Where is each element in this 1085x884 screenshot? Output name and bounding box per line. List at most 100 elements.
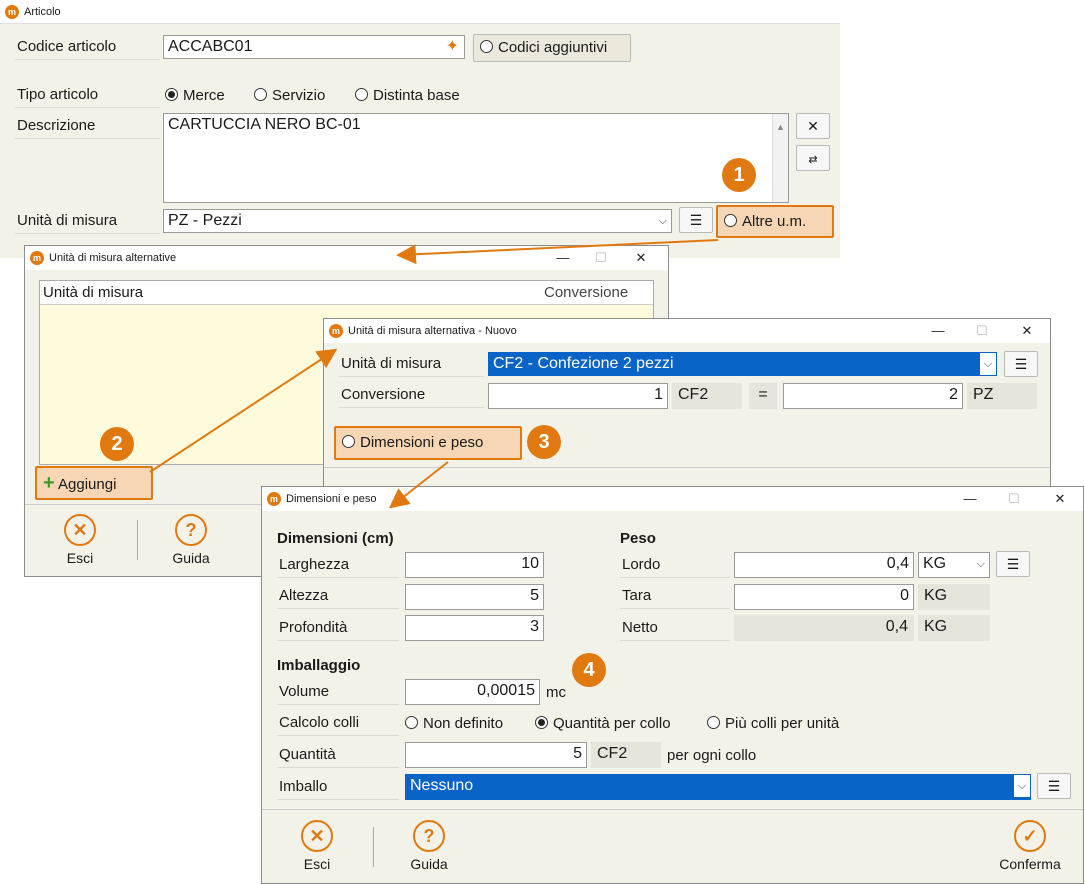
um-label: Unità di misura <box>339 353 484 377</box>
minimize-icon[interactable]: — <box>543 246 583 270</box>
footer-separator <box>373 827 374 867</box>
netto-label: Netto <box>620 617 730 641</box>
tipo-merce-radio[interactable]: Merce <box>165 86 225 106</box>
aggiungi-button[interactable]: + Aggiungi <box>35 466 153 500</box>
calcolo-piu-colli-radio[interactable]: Più colli per unità <box>707 714 839 734</box>
window-title: Dimensioni e peso <box>286 493 377 505</box>
tipo-servizio-radio[interactable]: Servizio <box>254 86 325 106</box>
tara-input[interactable]: 0 <box>734 584 914 610</box>
calcolo-piu-colli-label: Più colli per unità <box>725 715 840 732</box>
tipo-merce-label: Merce <box>183 87 225 104</box>
altre-um-label: Altre u.m. <box>742 213 807 230</box>
imballo-combobox[interactable]: Nessuno ⌵ <box>405 774 1031 800</box>
netto-unit: KG <box>918 615 990 641</box>
codice-label: Codice articolo <box>15 36 160 60</box>
app-logo-icon: m <box>267 492 281 506</box>
profondita-label: Profondità <box>277 617 399 641</box>
conv-left-unit: CF2 <box>672 383 742 409</box>
calcolo-colli-label: Calcolo colli <box>277 712 399 736</box>
maximize-icon[interactable]: ☐ <box>962 319 1002 343</box>
um-list-button[interactable]: ☰ <box>1004 351 1038 377</box>
col-um-header[interactable]: Unità di misura <box>43 284 143 301</box>
peso-header: Peso <box>620 530 656 547</box>
altezza-input[interactable]: 5 <box>405 584 544 610</box>
window-title: Unità di misura alternativa - Nuovo <box>348 325 517 337</box>
conferma-label: Conferma <box>999 856 1061 872</box>
badge-1: 1 <box>722 158 756 192</box>
translate-button[interactable]: ⇄ <box>796 145 830 171</box>
scrollbar[interactable]: ▲▼ <box>772 114 788 202</box>
lordo-input[interactable]: 0,4 <box>734 552 914 578</box>
lordo-list-button[interactable]: ☰ <box>996 551 1030 577</box>
radio-icon <box>535 716 548 729</box>
lordo-unit-value: KG <box>923 555 947 572</box>
profondita-input[interactable]: 3 <box>405 615 544 641</box>
col-conv-header[interactable]: Conversione <box>544 284 628 301</box>
conv-right-unit: PZ <box>967 383 1037 409</box>
imballo-value: Nessuno <box>410 777 474 794</box>
list-icon: ☰ <box>1006 556 1020 572</box>
radio-icon <box>480 40 493 53</box>
um-value: CF2 - Confezione 2 pezzi <box>493 355 674 372</box>
translate-icon: ⇄ <box>808 154 818 166</box>
tara-label: Tara <box>620 585 730 609</box>
minimize-icon[interactable]: — <box>950 487 990 511</box>
grid-header: Unità di misura Conversione <box>40 281 653 305</box>
dimensioni-peso-label: Dimensioni e peso <box>360 434 484 451</box>
guida-button[interactable]: ? Guida <box>389 820 469 872</box>
guida-label: Guida <box>410 856 448 872</box>
conv-right-input[interactable]: 2 <box>783 383 963 409</box>
maximize-icon[interactable]: ☐ <box>994 487 1034 511</box>
quantita-input[interactable]: 5 <box>405 742 587 768</box>
volume-label: Volume <box>277 681 399 705</box>
calcolo-non-definito-radio[interactable]: Non definito <box>405 714 503 734</box>
conv-left-input[interactable]: 1 <box>488 383 668 409</box>
conferma-button[interactable]: ✓ Conferma <box>990 820 1070 872</box>
help-icon: ? <box>175 514 207 546</box>
dim-peso-titlebar: m Dimensioni e peso — ☐ ✕ <box>262 487 1083 511</box>
chevron-down-icon: ⌵ <box>658 215 667 227</box>
esci-button[interactable]: ✕ Esci <box>277 820 357 872</box>
aggiungi-label: Aggiungi <box>58 476 117 493</box>
um-nuovo-window: m Unità di misura alternativa - Nuovo — … <box>323 318 1051 493</box>
volume-input[interactable]: 0,00015 <box>405 679 540 705</box>
codice-input[interactable]: ACCABC01 ✦ <box>163 35 465 59</box>
altre-um-button[interactable]: Altre u.m. <box>716 205 834 238</box>
chevron-down-icon: ⌵ <box>980 353 996 375</box>
list-icon: ☰ <box>1047 778 1061 794</box>
dimensioni-peso-button[interactable]: Dimensioni e peso <box>334 426 522 460</box>
calcolo-quantita-label: Quantità per collo <box>553 715 671 732</box>
um-label: Unità di misura <box>15 210 160 234</box>
close-icon[interactable]: ✕ <box>1040 487 1080 511</box>
codici-aggiuntivi-button[interactable]: Codici aggiuntivi <box>473 34 631 62</box>
descrizione-label: Descrizione <box>15 115 160 139</box>
um-combobox[interactable]: CF2 - Confezione 2 pezzi ⌵ <box>488 352 997 376</box>
altezza-label: Altezza <box>277 585 399 609</box>
netto-value: 0,4 <box>734 615 914 641</box>
lordo-label: Lordo <box>620 554 730 578</box>
imballo-list-button[interactable]: ☰ <box>1037 773 1071 799</box>
app-logo-icon: m <box>30 251 44 265</box>
esci-button[interactable]: ✕ Esci <box>40 514 120 566</box>
minimize-icon[interactable]: — <box>918 319 958 343</box>
larghezza-label: Larghezza <box>277 554 399 578</box>
guida-button[interactable]: ? Guida <box>151 514 231 566</box>
maximize-icon[interactable]: ☐ <box>581 246 621 270</box>
lordo-unit-combobox[interactable]: KG ⌵ <box>918 552 990 578</box>
quantita-label: Quantità <box>277 744 399 768</box>
radio-icon <box>342 435 355 448</box>
um-combobox[interactable]: PZ - Pezzi ⌵ <box>163 209 672 233</box>
um-list-button[interactable]: ☰ <box>679 207 713 233</box>
sparkle-icon[interactable]: ✦ <box>446 36 459 58</box>
larghezza-input[interactable]: 10 <box>405 552 544 578</box>
badge-2: 2 <box>100 427 134 461</box>
tipo-label: Tipo articolo <box>15 84 160 108</box>
descrizione-textarea[interactable]: CARTUCCIA NERO BC-01 ▲▼ <box>163 113 789 203</box>
calcolo-non-definito-label: Non definito <box>423 715 504 732</box>
articolo-window: m Articolo Codice articolo ACCABC01 ✦ Co… <box>0 0 840 258</box>
tipo-distinta-radio[interactable]: Distinta base <box>355 86 460 106</box>
clear-description-button[interactable]: ✕ <box>796 113 830 139</box>
close-icon[interactable]: ✕ <box>1007 319 1047 343</box>
close-icon[interactable]: ✕ <box>621 246 661 270</box>
calcolo-quantita-radio[interactable]: Quantità per collo <box>535 714 671 734</box>
